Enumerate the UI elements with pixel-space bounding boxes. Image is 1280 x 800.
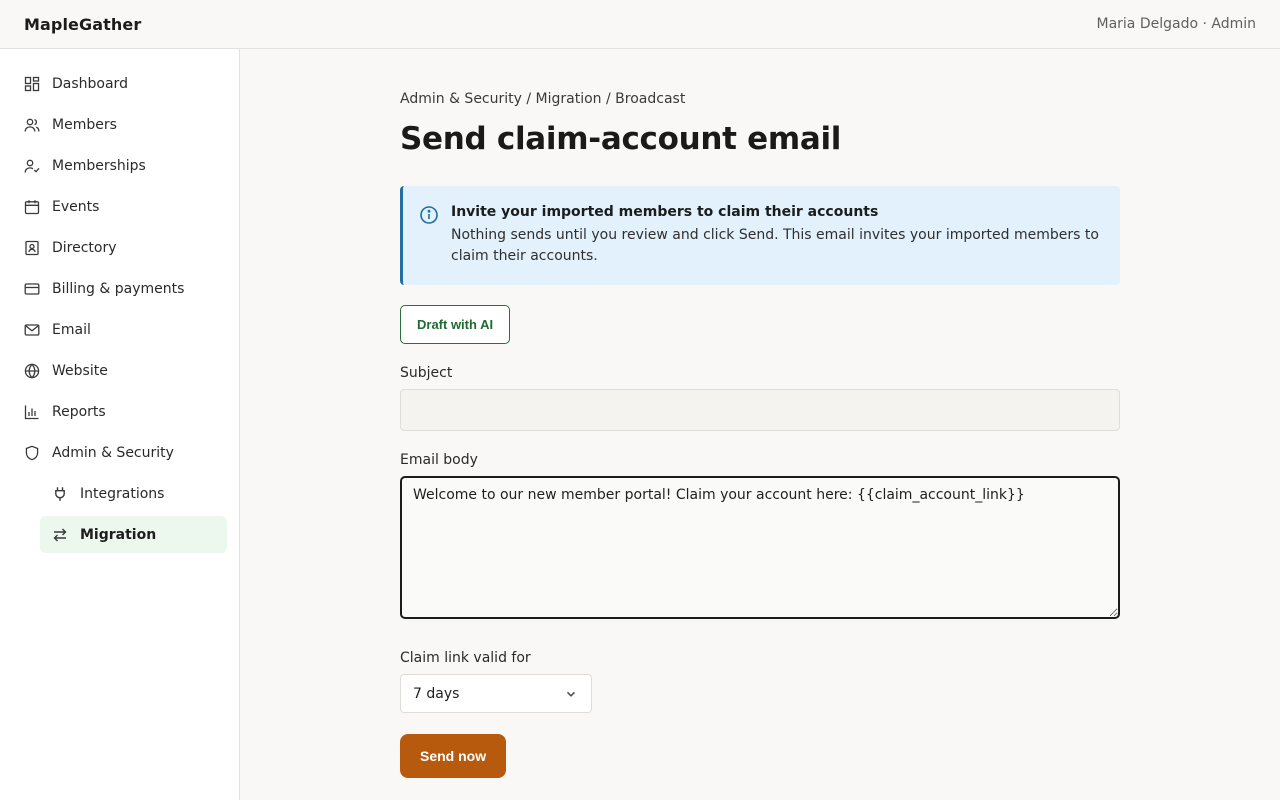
callout-title: Invite your imported members to claim th… [451, 204, 879, 220]
brand-logo-text[interactable]: MapleGather [24, 15, 141, 34]
callout-text: Nothing sends until you review and click… [451, 227, 1099, 264]
sidebar-item-reports[interactable]: Reports [12, 393, 227, 430]
draft-with-ai-button[interactable]: Draft with AI [400, 305, 511, 344]
claim-validity-value: 7 days [413, 685, 460, 702]
chevron-down-icon [565, 688, 577, 700]
memberships-icon [24, 158, 40, 174]
dashboard-icon [24, 76, 40, 92]
top-bar: MapleGather Maria Delgado · Admin [0, 0, 1280, 49]
plug-icon [52, 486, 68, 502]
sidebar: Dashboard Members Memberships Events Dir… [0, 49, 240, 800]
credit-card-icon [24, 281, 40, 297]
callout-body: Invite your imported members to claim th… [451, 204, 1101, 285]
email-body-label: Email body [400, 452, 478, 468]
members-icon [24, 117, 40, 133]
sidebar-item-label: Admin & Security [52, 444, 174, 461]
send-now-button[interactable]: Send now [400, 734, 507, 778]
sidebar-item-dashboard[interactable]: Dashboard [12, 65, 227, 102]
sidebar-item-events[interactable]: Events [12, 188, 227, 225]
arrows-swap-icon [52, 527, 68, 543]
sidebar-item-label: Website [52, 362, 108, 379]
sidebar-item-label: Dashboard [52, 75, 128, 92]
claim-validity-select[interactable]: 7 days [400, 674, 592, 713]
sidebar-item-label: Email [52, 321, 91, 338]
mail-icon [24, 322, 40, 338]
breadcrumb: Admin & Security / Migration / Broadcast [400, 91, 686, 107]
info-icon [419, 205, 439, 225]
sidebar-item-label: Reports [52, 403, 106, 420]
sidebar-item-label: Billing & payments [52, 280, 185, 297]
sidebar-item-email[interactable]: Email [12, 311, 227, 348]
email-body-textarea[interactable]: Welcome to our new member portal! Claim … [400, 476, 1120, 619]
sidebar-item-label: Integrations [80, 485, 165, 502]
page-title: Send claim-account email [400, 121, 842, 157]
globe-icon [24, 362, 40, 379]
sidebar-item-memberships[interactable]: Memberships [12, 147, 227, 184]
sidebar-item-members[interactable]: Members [12, 106, 227, 143]
sidebar-item-label: Memberships [52, 157, 146, 174]
sidebar-item-label: Events [52, 198, 100, 215]
claim-validity-label: Claim link valid for [400, 650, 531, 666]
subject-input[interactable] [400, 389, 1120, 431]
sidebar-item-label: Migration [80, 526, 157, 543]
sidebar-item-migration[interactable]: Migration [40, 516, 227, 553]
subject-label: Subject [400, 365, 453, 381]
sidebar-item-directory[interactable]: Directory [12, 229, 227, 266]
sidebar-item-website[interactable]: Website [12, 352, 227, 389]
directory-icon [24, 240, 40, 256]
shield-icon [24, 445, 40, 461]
bar-chart-icon [24, 404, 40, 420]
sidebar-item-billing[interactable]: Billing & payments [12, 270, 227, 307]
info-callout: Invite your imported members to claim th… [400, 186, 1120, 285]
sidebar-item-admin-security[interactable]: Admin & Security [12, 434, 227, 471]
calendar-icon [24, 199, 40, 215]
sidebar-item-label: Members [52, 116, 117, 133]
main-content: Admin & Security / Migration / Broadcast… [400, 49, 1120, 778]
user-menu[interactable]: Maria Delgado · Admin [1096, 16, 1256, 32]
sidebar-item-integrations[interactable]: Integrations [40, 475, 227, 512]
sidebar-item-label: Directory [52, 239, 117, 256]
